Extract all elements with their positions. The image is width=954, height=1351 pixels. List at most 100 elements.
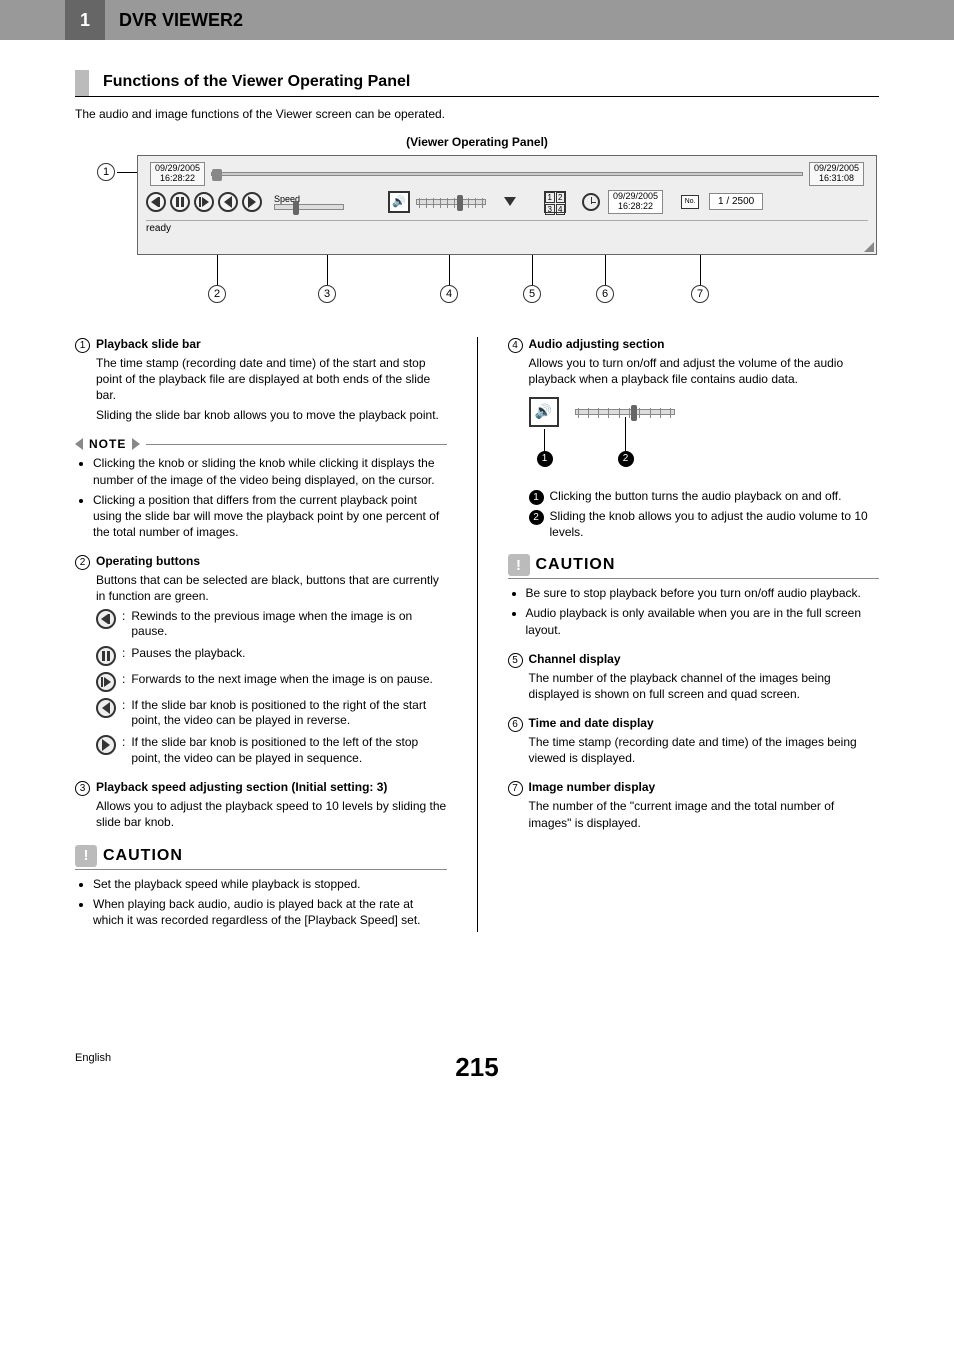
audio-sub-2: 2 — [618, 451, 634, 467]
image-number-icon: No. — [681, 195, 699, 209]
caution-label-right: CAUTION — [536, 556, 616, 574]
note-left-arrow-icon — [75, 438, 83, 450]
timestamp-start: 09/29/2005 16:28:22 — [150, 162, 205, 186]
playback-slider[interactable] — [211, 172, 803, 176]
datetime-display: 09/29/2005 16:28:22 — [608, 190, 663, 214]
item-title-4: Audio adjusting section — [529, 337, 665, 351]
forward-button[interactable] — [194, 192, 214, 212]
clock-icon — [582, 193, 600, 211]
leader-2 — [217, 255, 218, 285]
resize-grip-icon — [864, 242, 874, 252]
volume-slider[interactable] — [416, 199, 486, 205]
caution-right-2: Audio playback is only available when yo… — [526, 605, 880, 637]
audio-leader-1 — [544, 429, 545, 451]
sub-desc-2: Sliding the knob allows you to adjust th… — [550, 509, 880, 540]
column-divider — [477, 337, 478, 933]
playback-slider-knob[interactable] — [212, 169, 222, 181]
caution-left-2: When playing back audio, audio is played… — [93, 896, 447, 928]
item-title-2: Operating buttons — [96, 554, 200, 568]
speed-slider[interactable] — [274, 204, 344, 210]
item-num-7: 7 — [508, 781, 523, 796]
reverse-play-button[interactable] — [218, 192, 238, 212]
item-title-1: Playback slide bar — [96, 337, 201, 351]
speed-slider-knob[interactable] — [293, 201, 299, 215]
image-number-display: 1 / 2500 — [709, 193, 763, 210]
reverse-desc: If the slide bar knob is positioned to t… — [131, 698, 446, 729]
item-num-4: 4 — [508, 338, 523, 353]
pause-desc: Pauses the playback. — [131, 646, 446, 662]
item-title-5: Channel display — [529, 652, 621, 666]
forward-desc: Forwards to the next image when the imag… — [131, 672, 446, 688]
item-title-3: Playback speed adjusting section (Initia… — [96, 780, 387, 794]
item-title-7: Image number display — [529, 780, 656, 794]
footer-language: English — [75, 1052, 111, 1064]
rewind-button[interactable] — [146, 192, 166, 212]
leader-7 — [700, 255, 701, 285]
panel-diagram: 1 09/29/2005 16:28:22 09/29/2005 16:31:0… — [77, 155, 877, 307]
pause-button[interactable] — [170, 192, 190, 212]
note-item-1: Clicking the knob or sliding the knob wh… — [93, 455, 447, 487]
callout-5: 5 — [523, 285, 541, 303]
leader-3 — [327, 255, 328, 285]
callout-6: 6 — [596, 285, 614, 303]
forward-icon — [96, 672, 116, 692]
callout-3: 3 — [318, 285, 336, 303]
caution-left-1: Set the playback speed while playback is… — [93, 876, 447, 892]
note-item-2: Clicking a position that differs from th… — [93, 492, 447, 541]
play-button[interactable] — [242, 192, 262, 212]
note-label: NOTE — [83, 437, 132, 451]
leader-5 — [532, 255, 533, 285]
dropdown-arrow-icon — [504, 197, 516, 206]
leader-6 — [605, 255, 606, 285]
channel-4: 4 — [556, 204, 566, 215]
note-rule — [146, 444, 446, 445]
ts-start-time: 16:28:22 — [155, 174, 200, 184]
caution-icon: ! — [75, 845, 97, 867]
callout-7: 7 — [691, 285, 709, 303]
sub-num-1: 1 — [529, 490, 544, 505]
audio-toggle-button[interactable]: 🔊 — [388, 191, 410, 213]
chapter-header: 1 DVR VIEWER2 — [0, 0, 954, 40]
item-6-p1: The time stamp (recording date and time)… — [529, 734, 880, 766]
speed-label: Speed — [274, 194, 344, 204]
item-num-6: 6 — [508, 717, 523, 732]
viewer-panel: 09/29/2005 16:28:22 09/29/2005 16:31:08 — [137, 155, 877, 255]
item-5-p1: The number of the playback channel of th… — [529, 670, 880, 702]
sub-num-2: 2 — [529, 510, 544, 525]
item-1-p2: Sliding the slide bar knob allows you to… — [96, 407, 447, 423]
item-num-5: 5 — [508, 653, 523, 668]
rewind-desc: Rewinds to the previous image when the i… — [131, 609, 446, 640]
item-num-1: 1 — [75, 338, 90, 353]
note-heading: NOTE — [75, 437, 447, 451]
channel-2: 2 — [556, 192, 566, 203]
section-title: Functions of the Viewer Operating Panel — [103, 73, 410, 93]
item-title-6: Time and date display — [529, 716, 654, 730]
item-num-2: 2 — [75, 555, 90, 570]
item-1-p1: The time stamp (recording date and time)… — [96, 355, 447, 404]
page-number: 215 — [455, 1052, 498, 1083]
audio-figure: 🔊 1 2 — [529, 397, 709, 477]
speed-section: Speed — [274, 194, 344, 210]
channel-3: 3 — [545, 204, 555, 215]
caution-label-left: CAUTION — [103, 847, 183, 865]
audio-speaker-icon: 🔊 — [529, 397, 559, 427]
dt-time: 16:28:22 — [613, 202, 658, 212]
panel-caption: (Viewer Operating Panel) — [75, 135, 879, 149]
audio-leader-2 — [625, 417, 626, 451]
callout-1: 1 — [97, 163, 115, 181]
status-bar: ready — [146, 220, 868, 234]
audio-sub-1: 1 — [537, 451, 553, 467]
item-num-3: 3 — [75, 781, 90, 796]
item-3-p1: Allows you to adjust the playback speed … — [96, 798, 447, 830]
chapter-number: 1 — [65, 0, 105, 40]
section-heading: Functions of the Viewer Operating Panel — [75, 70, 879, 97]
play-icon — [96, 735, 116, 755]
section-intro: The audio and image functions of the Vie… — [75, 107, 879, 121]
channel-display: 1 2 3 4 — [544, 191, 566, 213]
caution-heading-right: ! CAUTION — [508, 554, 880, 579]
channel-1: 1 — [545, 192, 555, 203]
volume-slider-knob[interactable] — [457, 195, 463, 211]
timestamp-end: 09/29/2005 16:31:08 — [809, 162, 864, 186]
caution-right-1: Be sure to stop playback before you turn… — [526, 585, 880, 601]
sub-desc-1: Clicking the button turns the audio play… — [550, 489, 842, 505]
